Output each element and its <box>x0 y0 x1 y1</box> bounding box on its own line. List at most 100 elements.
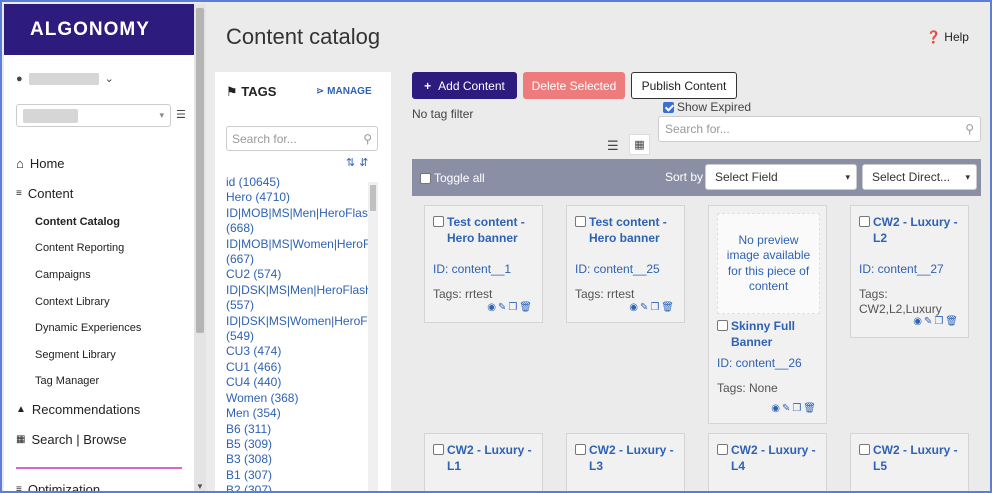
content-card[interactable]: No preview image available for this piec… <box>708 205 827 424</box>
card-title[interactable]: CW2 - Luxury - <box>589 442 674 458</box>
tag-list-item[interactable]: ID|DSK|MS|Women|HeroFla <box>226 314 368 329</box>
help-link[interactable]: ❓ Help <box>926 30 969 44</box>
card-title-line2[interactable]: Hero banner <box>447 230 525 246</box>
content-card[interactable]: CW2 - Luxury -L5 ID: content__31 <box>850 433 969 491</box>
sort-alpha-icon[interactable]: ⇵ <box>359 157 372 169</box>
sort-direction-select[interactable]: Select Direct... ▾ <box>862 164 977 190</box>
pencil-icon[interactable]: ✎ <box>640 302 650 313</box>
card-title-line2[interactable]: L1 <box>447 458 532 474</box>
card-title-line2[interactable]: Hero banner <box>589 230 667 246</box>
tag-list-item[interactable]: B3 (308) <box>226 452 368 467</box>
nav-home[interactable]: ⌂ Home <box>16 156 65 171</box>
tag-list-item[interactable]: CU3 (474) <box>226 344 368 359</box>
nav-dynamic-experiences[interactable]: Dynamic Experiences <box>35 322 141 334</box>
nav-search-browse[interactable]: ▦ Search | Browse <box>16 432 127 447</box>
tag-list-item[interactable]: B5 (309) <box>226 437 368 452</box>
content-card[interactable]: CW2 - Luxury -L1 ID: content__28 <box>424 433 543 491</box>
tag-list-item[interactable]: Men (354) <box>226 406 368 421</box>
nav-context-library[interactable]: Context Library <box>35 296 110 308</box>
tag-list-item[interactable]: CU4 (440) <box>226 375 368 390</box>
card-select-checkbox[interactable] <box>859 216 870 227</box>
card-select-checkbox[interactable] <box>575 444 586 455</box>
eye-icon[interactable]: ◉ <box>913 316 924 327</box>
sort-amount-icon[interactable]: ⇅ <box>346 157 359 169</box>
show-expired-toggle[interactable]: Show Expired <box>663 100 751 114</box>
eye-icon[interactable]: ◉ <box>487 302 498 313</box>
delete-selected-button[interactable]: Delete Selected <box>523 72 625 99</box>
card-select-checkbox[interactable] <box>717 444 728 455</box>
tag-list-item[interactable]: B6 (311) <box>226 422 368 437</box>
tag-list-item[interactable]: CU2 (574) <box>226 267 368 282</box>
trash-icon[interactable]: 🗑 <box>945 316 960 327</box>
card-select-checkbox[interactable] <box>717 320 728 331</box>
pencil-icon[interactable]: ✎ <box>498 302 508 313</box>
site-list-icon[interactable]: ☰ <box>176 108 186 121</box>
card-title[interactable]: CW2 - Luxury - <box>873 214 958 230</box>
nav-segment-library[interactable]: Segment Library <box>35 349 116 361</box>
tag-search-input[interactable]: Search for... ⚲ <box>226 126 378 151</box>
card-title-line2[interactable]: Banner <box>731 334 795 350</box>
card-title[interactable]: CW2 - Luxury - <box>873 442 958 458</box>
tag-list-item[interactable]: (668) <box>226 221 368 236</box>
sidebar-scrollbar[interactable]: ▼ <box>194 4 206 491</box>
tag-list-scroll-thumb[interactable] <box>370 185 376 211</box>
card-title[interactable]: CW2 - Luxury - <box>447 442 532 458</box>
nav-recommendations[interactable]: ▲ Recommendations <box>16 402 140 417</box>
card-select-checkbox[interactable] <box>433 216 444 227</box>
tag-list-item[interactable]: ID|MOB|MS|Women|HeroFla <box>226 237 368 252</box>
tag-list-item[interactable]: id (10645) <box>226 175 368 190</box>
sort-field-select[interactable]: Select Field ▾ <box>705 164 857 190</box>
card-select-checkbox[interactable] <box>859 444 870 455</box>
card-title[interactable]: CW2 - Luxury - <box>731 442 816 458</box>
content-card[interactable]: Test content - Hero banner ID: content__2… <box>566 205 685 323</box>
nav-content-catalog[interactable]: Content Catalog <box>35 216 120 228</box>
card-select-checkbox[interactable] <box>575 216 586 227</box>
tag-list-item[interactable]: Hero (4710) <box>226 190 368 205</box>
toggle-all-checkbox[interactable] <box>420 172 431 184</box>
tag-list-item[interactable]: (667) <box>226 252 368 267</box>
eye-icon[interactable]: ◉ <box>771 403 782 414</box>
tag-list-item[interactable]: ID|DSK|MS|Men|HeroFlash <box>226 283 368 298</box>
eye-icon[interactable]: ◉ <box>629 302 640 313</box>
tag-list-item[interactable]: (557) <box>226 298 368 313</box>
tag-list-item[interactable]: ID|MOB|MS|Men|HeroFlash <box>226 206 368 221</box>
tag-list-item[interactable]: B2 (307) <box>226 483 368 491</box>
sidebar-scroll-thumb[interactable] <box>196 8 204 333</box>
site-select[interactable]: ▾ <box>16 104 171 127</box>
content-search-input[interactable]: Search for... ⚲ <box>658 116 981 142</box>
grid-view-icon[interactable]: ▦ <box>629 134 650 155</box>
card-title-line2[interactable]: L3 <box>589 458 674 474</box>
copy-icon[interactable]: ❐ <box>792 403 803 414</box>
tag-list-item[interactable]: Women (368) <box>226 391 368 406</box>
card-title-line2[interactable]: L4 <box>731 458 816 474</box>
publish-content-button[interactable]: Publish Content <box>631 72 737 99</box>
scroll-down-arrow-icon[interactable]: ▼ <box>196 482 204 491</box>
nav-content-reporting[interactable]: Content Reporting <box>35 242 124 254</box>
card-title-line2[interactable]: L5 <box>873 458 958 474</box>
nav-tag-manager[interactable]: Tag Manager <box>35 375 99 387</box>
trash-icon[interactable]: 🗑 <box>661 302 676 313</box>
card-title[interactable]: Test content - <box>589 214 667 230</box>
manage-tags-link[interactable]: ⋗ MANAGE <box>316 86 372 97</box>
card-select-checkbox[interactable] <box>433 444 444 455</box>
card-title-line2[interactable]: L2 <box>873 230 958 246</box>
trash-icon[interactable]: 🗑 <box>519 302 534 313</box>
nav-campaigns[interactable]: Campaigns <box>35 269 91 281</box>
add-content-button[interactable]: + Add Content <box>412 72 517 99</box>
nav-optimization[interactable]: ≡ Optimization <box>16 482 100 491</box>
tag-list-item[interactable]: (549) <box>226 329 368 344</box>
tag-list-item[interactable]: CU1 (466) <box>226 360 368 375</box>
user-menu[interactable]: ● ⌄ <box>16 72 114 85</box>
content-card[interactable]: Test content - Hero banner ID: content__1… <box>424 205 543 323</box>
tag-list-scrollbar[interactable] <box>368 182 378 491</box>
content-card[interactable]: CW2 - Luxury -L4 ID: content__30 <box>708 433 827 491</box>
card-title[interactable]: Test content - <box>447 214 525 230</box>
toggle-all[interactable]: Toggle all <box>420 171 485 185</box>
content-card[interactable]: CW2 - Luxury - L2 ID: content__27 Tags: CW… <box>850 205 969 338</box>
tag-list-item[interactable]: B1 (307) <box>226 468 368 483</box>
card-title[interactable]: Skinny Full <box>731 318 795 334</box>
nav-content[interactable]: ≡ Content <box>16 186 73 201</box>
pencil-icon[interactable]: ✎ <box>924 316 934 327</box>
copy-icon[interactable]: ❐ <box>650 302 661 313</box>
show-expired-checkbox[interactable] <box>663 101 674 113</box>
